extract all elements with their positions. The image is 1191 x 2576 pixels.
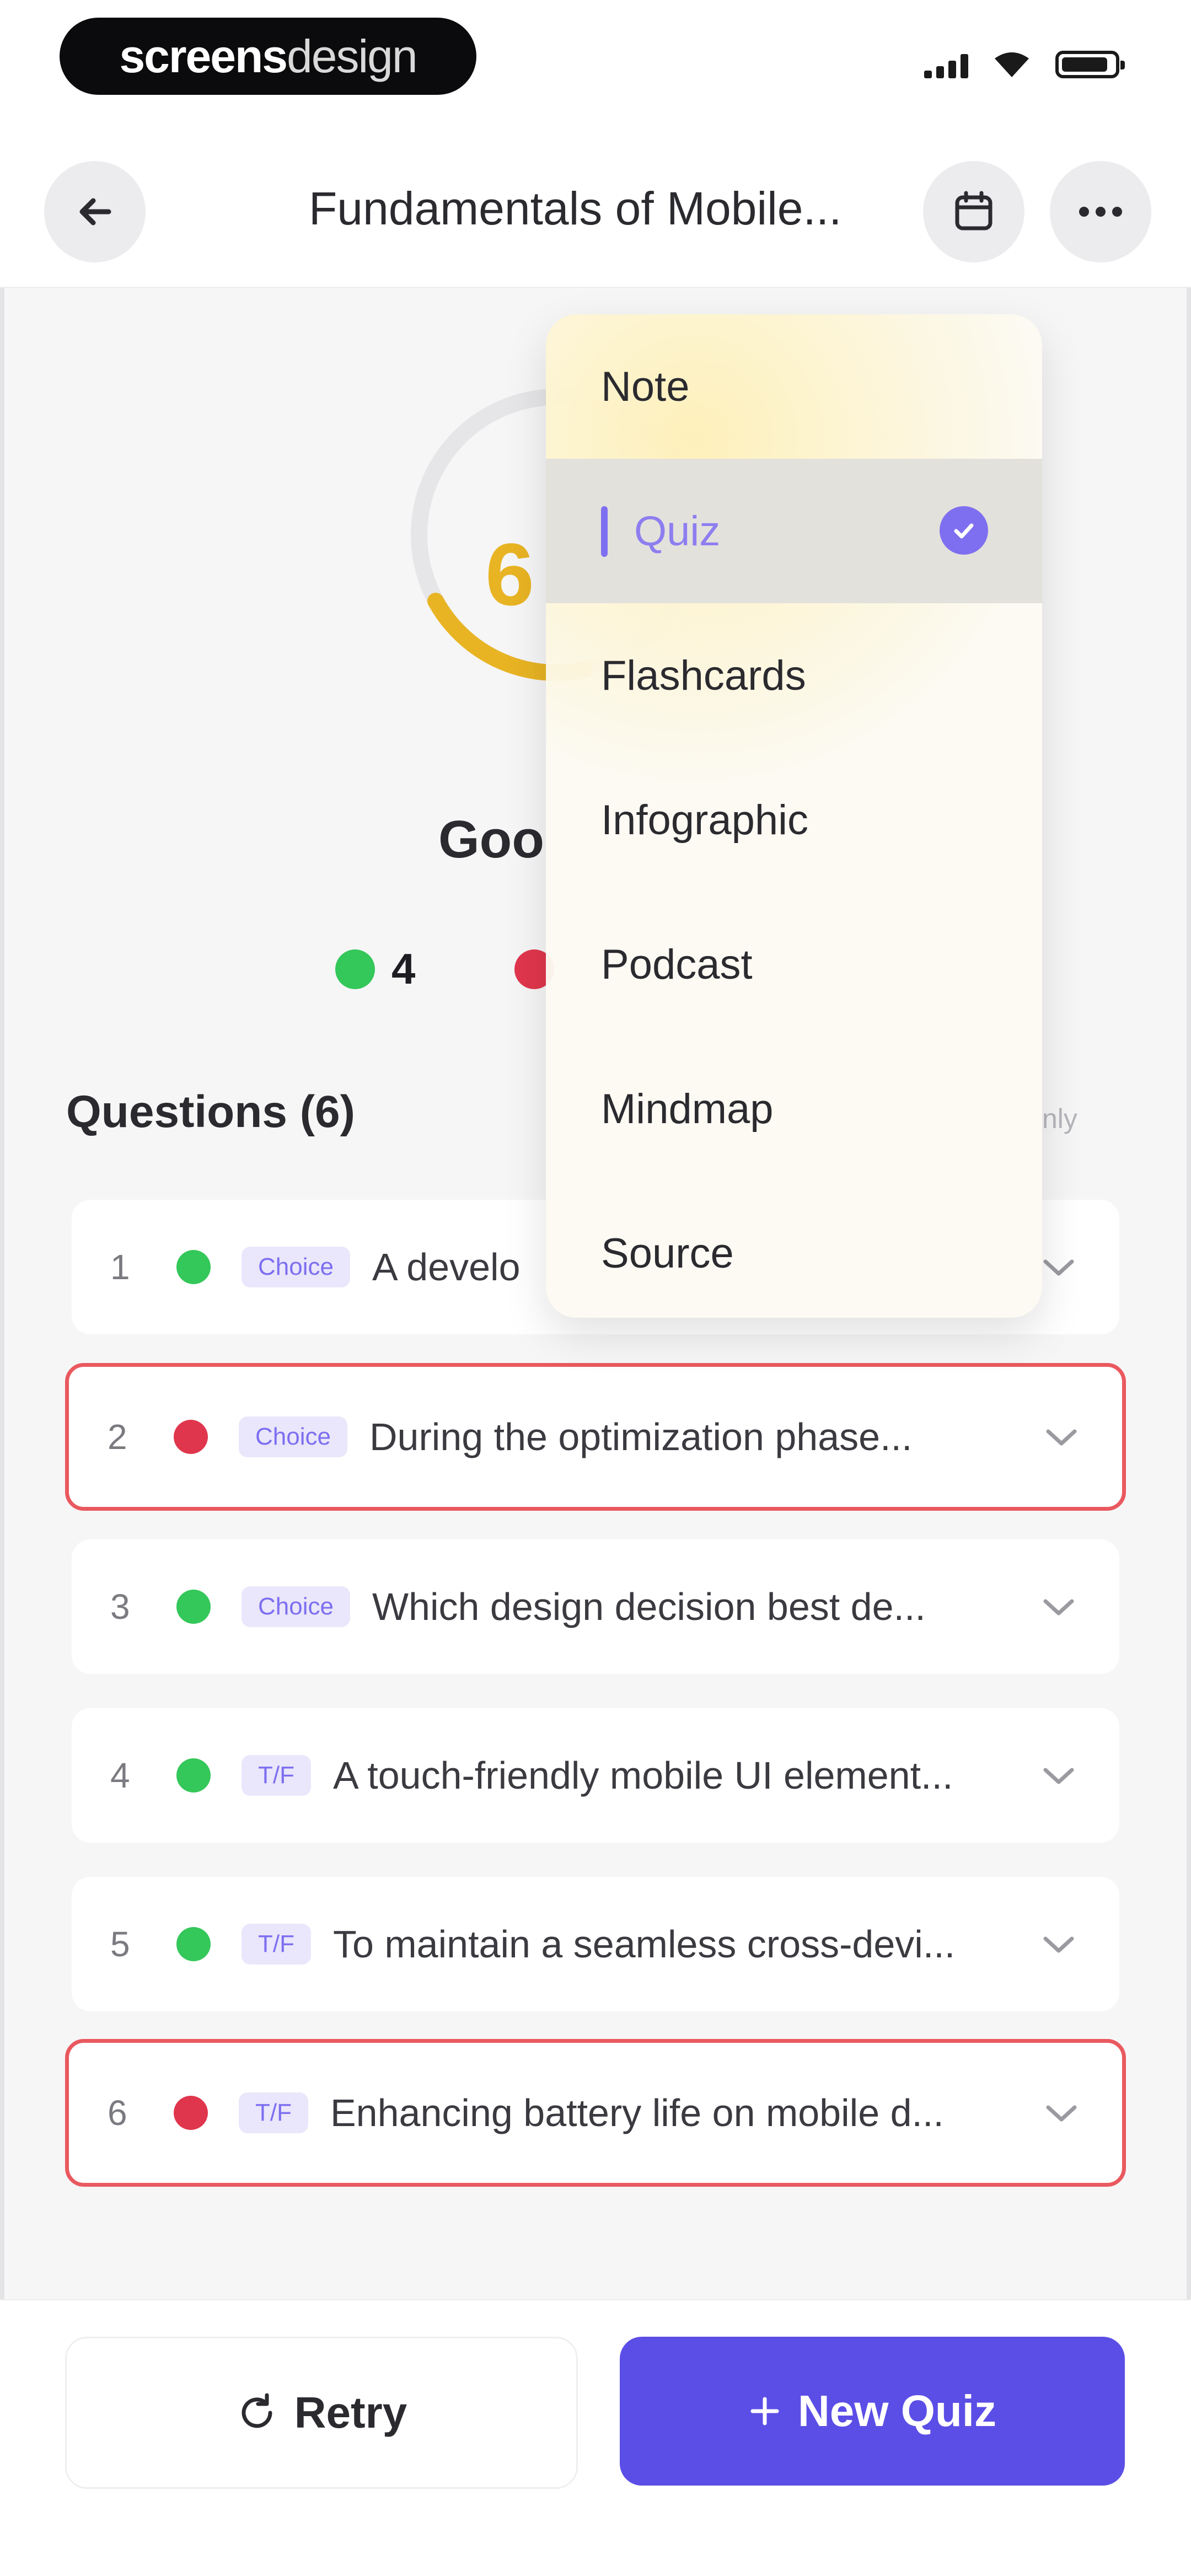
- question-type-tag: Choice: [242, 1247, 350, 1287]
- question-type-tag: Choice: [242, 1586, 350, 1627]
- correct-count: 4: [391, 944, 416, 993]
- refresh-icon: [242, 2393, 272, 2428]
- signal-icon: [924, 54, 968, 78]
- question-type-tag: Choice: [239, 1416, 347, 1457]
- more-horizontal-icon: [1079, 207, 1122, 217]
- check-circle-icon: [940, 506, 988, 555]
- menu-item-label: Flashcards: [601, 652, 806, 699]
- menu-item-source[interactable]: Source: [546, 1181, 1042, 1318]
- question-text: Enhancing battery life on mobile d...: [330, 2091, 944, 2134]
- menu-item-podcast[interactable]: Podcast: [546, 892, 1042, 1037]
- question-number: 2: [108, 1417, 127, 1457]
- calendar-icon: [955, 191, 993, 230]
- status-dot: [176, 1250, 211, 1284]
- question-number: 1: [110, 1247, 130, 1287]
- battery-icon: [1055, 51, 1125, 78]
- score-grade: Goo: [438, 810, 544, 869]
- wifi-icon: [995, 52, 1029, 77]
- menu-item-label: Quiz: [634, 507, 721, 555]
- menu-item-label: Podcast: [601, 941, 753, 988]
- question-text: A touch-friendly mobile UI element...: [332, 1754, 953, 1797]
- question-row[interactable]: 6 T/F Enhancing battery life on mobile d…: [65, 2039, 1126, 2187]
- menu-item-mindmap[interactable]: Mindmap: [546, 1037, 1042, 1181]
- question-row[interactable]: 4 T/F A touch-friendly mobile UI element…: [72, 1708, 1119, 1843]
- question-number: 3: [110, 1587, 130, 1627]
- question-row[interactable]: 3 Choice Which design decision best de..…: [72, 1539, 1119, 1674]
- question-number: 4: [110, 1756, 130, 1795]
- menu-item-flashcards[interactable]: Flashcards: [546, 603, 1042, 748]
- score-stats: 4: [335, 944, 555, 994]
- brand-logo: screens design: [60, 18, 476, 95]
- correct-indicator: [335, 949, 375, 989]
- brand-logo-light: design: [287, 30, 418, 82]
- bottom-action-bar: Retry New Quiz: [0, 2299, 1191, 2576]
- menu-item-label: Source: [601, 1230, 734, 1277]
- new-quiz-label: New Quiz: [797, 2386, 997, 2435]
- chevron-down-icon: [1043, 1599, 1074, 1616]
- filter-toggle[interactable]: nly: [1042, 1103, 1077, 1135]
- question-text: To maintain a seamless cross-devi...: [332, 1923, 956, 1966]
- score-value: 6: [485, 525, 534, 624]
- arrow-left-icon: [79, 198, 111, 226]
- menu-item-quiz[interactable]: Quiz: [546, 459, 1042, 603]
- status-icons: [924, 51, 1125, 78]
- question-row[interactable]: 2 Choice During the optimization phase..…: [65, 1363, 1126, 1511]
- status-dot: [176, 1590, 211, 1624]
- selection-indicator: [601, 506, 608, 557]
- chevron-down-icon: [1043, 1768, 1074, 1784]
- plus-icon: [750, 2397, 779, 2425]
- brand-logo-bold: screens: [119, 30, 288, 82]
- question-type-tag: T/F: [239, 2092, 308, 2133]
- menu-item-note[interactable]: Note: [546, 314, 1042, 459]
- top-bar: Fundamentals of Mobile...: [0, 127, 1191, 288]
- status-dot: [176, 1927, 211, 1961]
- calendar-button[interactable]: [923, 161, 1024, 262]
- question-number: 6: [108, 2093, 127, 2133]
- page-title: Fundamentals of Mobile...: [309, 183, 842, 234]
- back-button[interactable]: [44, 161, 146, 262]
- question-text: Which design decision best de...: [372, 1585, 926, 1628]
- chevron-down-icon: [1043, 1936, 1074, 1953]
- status-dot: [176, 1758, 211, 1793]
- question-text: During the optimization phase...: [369, 1415, 913, 1458]
- view-mode-menu: Note Quiz Flashcards Infographic Podcast…: [546, 314, 1042, 1318]
- menu-item-label: Mindmap: [601, 1085, 774, 1133]
- chevron-down-icon: [1046, 1429, 1077, 1446]
- menu-item-infographic[interactable]: Infographic: [546, 748, 1042, 892]
- status-dot: [174, 1420, 208, 1454]
- chevron-down-icon: [1043, 1259, 1074, 1276]
- retry-button[interactable]: Retry: [65, 2337, 578, 2489]
- status-dot: [174, 2096, 208, 2130]
- question-type-tag: T/F: [242, 1924, 311, 1965]
- more-options-button[interactable]: [1050, 161, 1151, 262]
- question-type-tag: T/F: [242, 1755, 311, 1796]
- question-row[interactable]: 5 T/F To maintain a seamless cross-devi.…: [72, 1877, 1119, 2011]
- menu-item-label: Infographic: [601, 796, 809, 844]
- status-bar: screens design: [0, 0, 1191, 127]
- retry-label: Retry: [294, 2388, 407, 2437]
- questions-title: Questions (6): [66, 1087, 355, 1137]
- menu-item-label: Note: [601, 363, 690, 410]
- chevron-down-icon: [1046, 2105, 1077, 2122]
- question-number: 5: [110, 1924, 130, 1964]
- new-quiz-button[interactable]: New Quiz: [620, 2337, 1125, 2486]
